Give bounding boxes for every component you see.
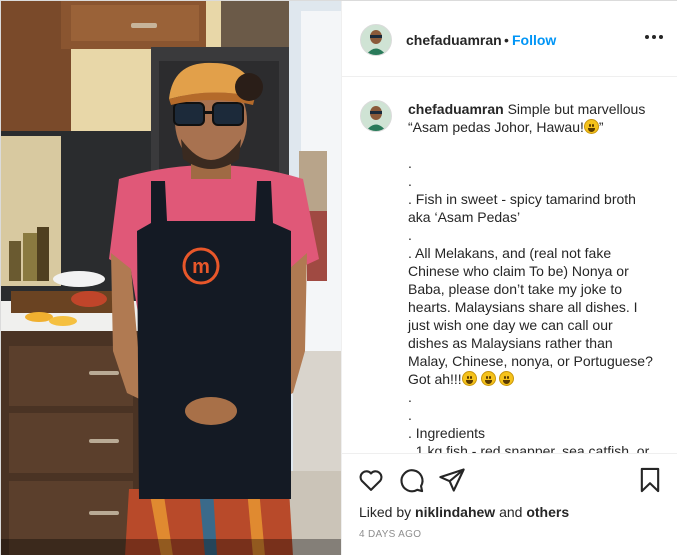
more-dot xyxy=(652,35,656,39)
bookmark-glyph xyxy=(640,467,660,493)
caption-line: aka ‘Asam Pedas’ xyxy=(408,209,521,225)
caption-line: . xyxy=(408,227,412,243)
avatar-image xyxy=(361,25,391,55)
comment-glyph xyxy=(400,469,424,493)
avatar-image xyxy=(361,101,391,131)
caption-line: . xyxy=(408,155,412,171)
liked-others-link[interactable]: others xyxy=(526,504,569,520)
heart-glyph xyxy=(359,470,383,491)
grinning-emoji-icon xyxy=(480,371,496,386)
post-actions: Liked by niklindahew and others 4 DAYS A… xyxy=(342,453,677,555)
caption-line: . xyxy=(408,173,412,189)
liked-and: and xyxy=(499,504,523,520)
caption-line: . 1 kg fish - red snapper, sea catfish, … xyxy=(408,443,650,453)
caption-quote-close: ” xyxy=(598,119,604,135)
grinning-emoji-icon xyxy=(461,371,477,386)
caption-line: Simple but marvellous xyxy=(507,101,646,117)
grinning-emoji-icon xyxy=(499,371,515,386)
caption-scroll-area[interactable]: chefaduamran Simple but marvellous “Asam… xyxy=(342,78,677,453)
post-timestamp[interactable]: 4 DAYS AGO xyxy=(359,529,421,540)
caption-line: “Asam pedas Johor, Hawau! xyxy=(408,119,584,135)
caption-line: . xyxy=(408,407,412,423)
header-username[interactable]: chefaduamran xyxy=(406,32,502,48)
caption-line: hearts. Malaysians share all dishes. I xyxy=(408,299,638,315)
post-header: chefaduamran • Follow xyxy=(342,1,677,77)
caption-line: . Fish in sweet - spicy tamarind broth xyxy=(408,191,636,207)
liked-user-link[interactable]: niklindahew xyxy=(415,504,495,520)
likes-summary: Liked by niklindahew and others xyxy=(359,504,569,520)
share-icon[interactable] xyxy=(438,466,466,494)
follow-button[interactable]: Follow xyxy=(512,32,556,48)
instagram-post: m chefaduamran • Follow chefaduamran Sim… xyxy=(0,0,677,555)
video-frame: m xyxy=(1,1,341,555)
more-dot xyxy=(659,35,663,39)
caption-line: just wish one day we can call our xyxy=(408,317,613,333)
more-options-icon[interactable] xyxy=(644,27,664,47)
post-video[interactable]: m xyxy=(1,1,341,555)
share-glyph xyxy=(439,468,465,492)
caption-line: . Ingredients xyxy=(408,425,486,441)
caption-username[interactable]: chefaduamran xyxy=(408,101,504,117)
post-side-panel: chefaduamran • Follow chefaduamran Simpl… xyxy=(341,1,677,555)
svg-text:m: m xyxy=(192,256,210,278)
comment-icon[interactable] xyxy=(397,466,425,494)
user-avatar[interactable] xyxy=(360,24,392,56)
bookmark-icon[interactable] xyxy=(636,466,664,494)
caption-line: dishes as Malaysians rather than xyxy=(408,335,613,351)
caption-line: Got ah!!! xyxy=(408,371,462,387)
caption-line: Chinese who claim To be) Nonya or xyxy=(408,263,629,279)
more-dot xyxy=(645,35,649,39)
caption-line: . xyxy=(408,389,412,405)
caption-line: Baba, please don’t take my joke to xyxy=(408,281,623,297)
heart-icon[interactable] xyxy=(357,466,385,494)
caption-text: chefaduamran Simple but marvellous “Asam… xyxy=(408,100,664,453)
header-separator: • xyxy=(504,32,509,48)
grinning-squinting-emoji-icon xyxy=(583,119,599,134)
caption-avatar[interactable] xyxy=(360,100,392,132)
liked-prefix: Liked by xyxy=(359,504,412,520)
caption-line: . All Melakans, and (real not fake xyxy=(408,245,612,261)
caption-line: Malay, Chinese, nonya, or Portuguese? xyxy=(408,353,653,369)
